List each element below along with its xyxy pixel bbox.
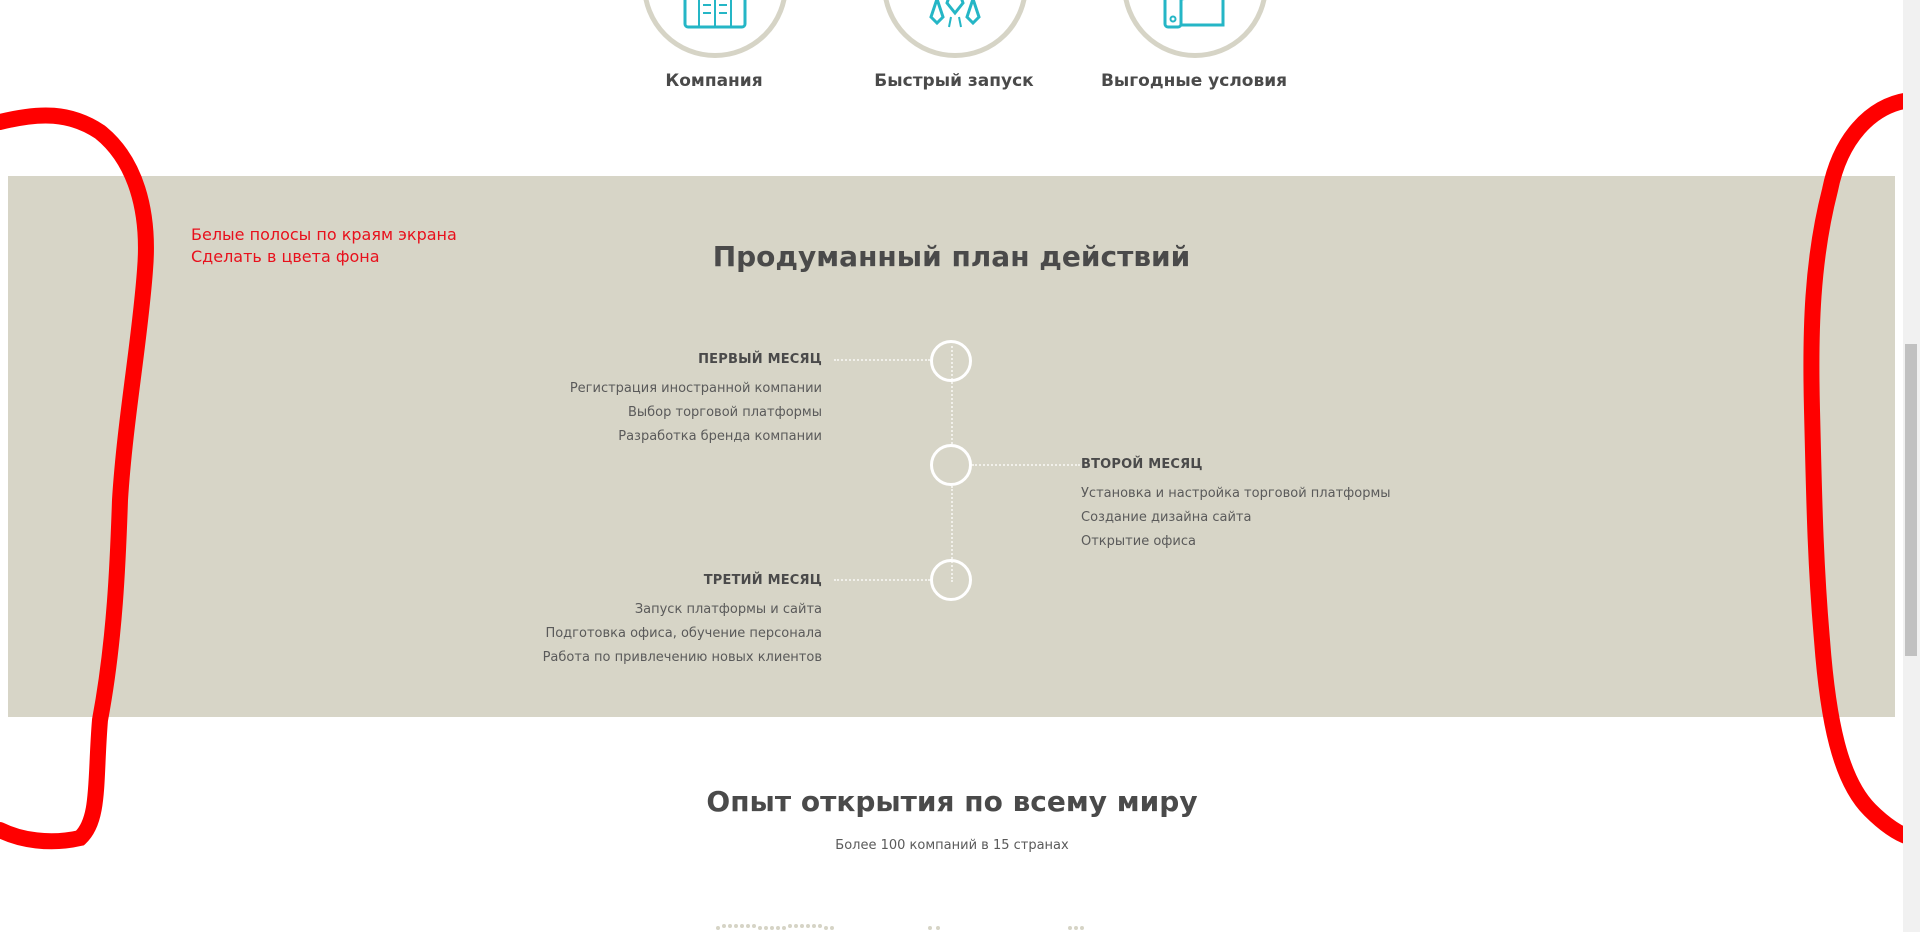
month-second: ВТОРОЙ МЕСЯЦ Установка и настройка торго… bbox=[1081, 456, 1401, 554]
timeline-connector bbox=[834, 359, 930, 361]
month-item: Создание дизайна сайта bbox=[1081, 510, 1252, 525]
plan-section: Белые полосы по краям экрана Сделать в ц… bbox=[8, 176, 1895, 717]
month-item: Регистрация иностранной компании bbox=[569, 381, 822, 396]
scrollbar-thumb[interactable] bbox=[1905, 344, 1917, 656]
month-item: Открытие офиса bbox=[1081, 534, 1196, 549]
month-title: ТРЕТИЙ МЕСЯЦ bbox=[703, 573, 822, 588]
feature-label: Компания bbox=[665, 71, 763, 91]
timeline-connector bbox=[834, 579, 930, 581]
feature-label: Быстрый запуск bbox=[874, 71, 1034, 91]
page: Компания Быстрый запуск Выгодные условия bbox=[0, 0, 1920, 932]
world-title: Опыт открытия по всему миру bbox=[706, 785, 1198, 818]
month-item: Разработка бренда компании bbox=[618, 429, 822, 444]
timeline-node bbox=[930, 444, 972, 486]
month-item: Подготовка офиса, обучение персонала bbox=[545, 626, 822, 641]
month-third: ТРЕТИЙ МЕСЯЦ Запуск платформы и сайта По… bbox=[502, 572, 822, 670]
feature-circle bbox=[642, 0, 788, 58]
world-subtitle: Более 100 компаний в 15 странах bbox=[835, 838, 1069, 853]
feature-circle bbox=[1122, 0, 1268, 58]
month-item: Выбор торговой платформы bbox=[627, 405, 822, 420]
timeline-connector bbox=[972, 464, 1080, 466]
world-map-dots bbox=[716, 924, 1084, 930]
month-title: ВТОРОЙ МЕСЯЦ bbox=[1081, 457, 1203, 472]
thumbs-up-icon bbox=[1163, 0, 1225, 29]
month-item: Работа по привлечению новых клиентов bbox=[542, 650, 822, 665]
month-item: Запуск платформы и сайта bbox=[634, 602, 822, 617]
right-red-marker bbox=[1803, 92, 1920, 846]
timeline-node bbox=[930, 340, 972, 382]
page-scrollbar[interactable] bbox=[1903, 0, 1920, 932]
feature-label: Выгодные условия bbox=[1100, 71, 1288, 91]
feature-circle bbox=[882, 0, 1028, 58]
plan-title: Продуманный план действий bbox=[712, 240, 1191, 273]
month-title: ПЕРВЫЙ МЕСЯЦ bbox=[698, 352, 822, 367]
building-icon bbox=[683, 0, 747, 29]
timeline-node bbox=[930, 559, 972, 601]
rocket-icon bbox=[929, 0, 981, 28]
left-red-marker bbox=[0, 107, 154, 850]
month-first: ПЕРВЫЙ МЕСЯЦ Регистрация иностранной ком… bbox=[502, 351, 822, 449]
month-item: Установка и настройка торговой платформы bbox=[1081, 486, 1391, 501]
